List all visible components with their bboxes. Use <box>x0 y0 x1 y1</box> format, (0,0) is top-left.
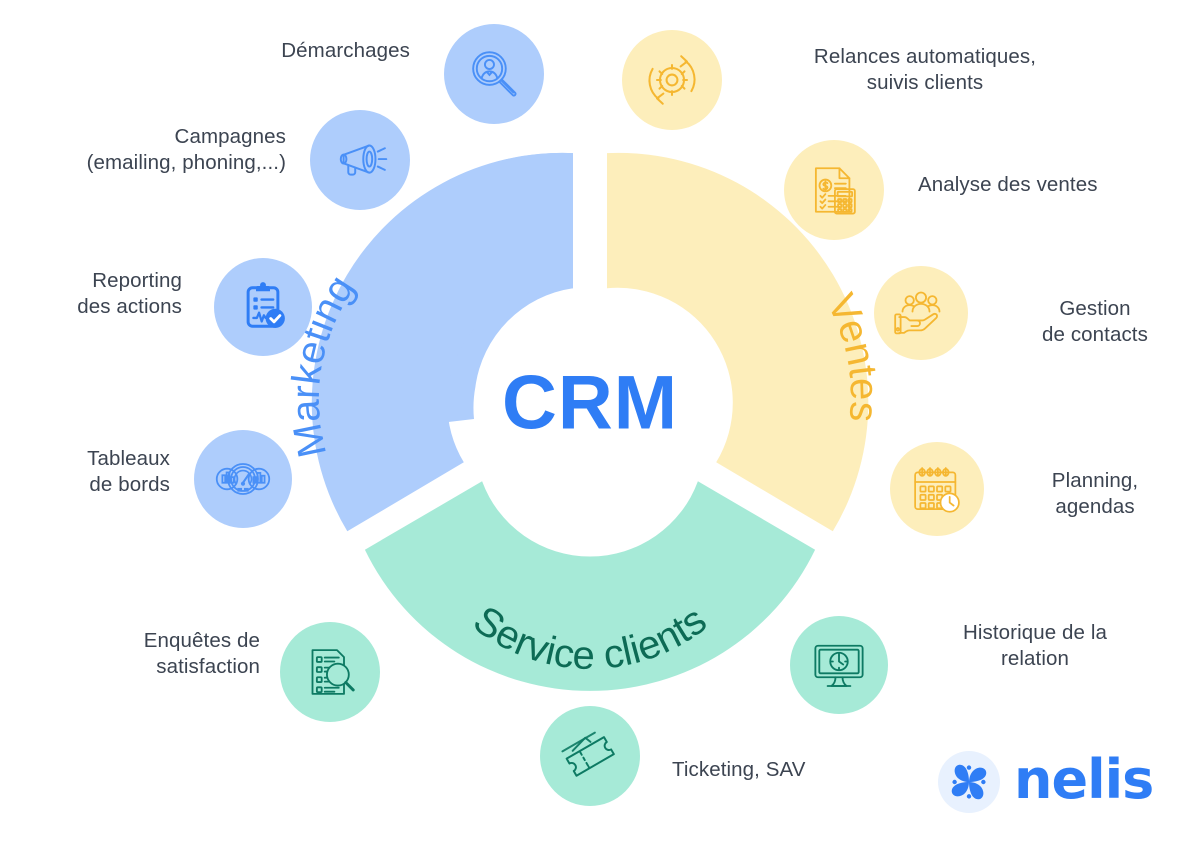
center-title: CRM <box>502 361 678 446</box>
label-enquetes: Enquêtes de satisfaction <box>143 629 260 679</box>
segment-marketing-shape <box>312 152 573 531</box>
bubble-analyse[interactable] <box>784 140 884 240</box>
bubble-demarchages[interactable] <box>444 24 544 124</box>
brand-logo[interactable]: nelis <box>938 742 1158 822</box>
bubble-relances[interactable] <box>622 30 722 130</box>
person-magnifier-icon <box>465 45 523 103</box>
brand-name: nelis <box>1014 748 1154 811</box>
segment-marketing <box>311 152 573 532</box>
infographic-canvas: Marketing Ventes Service clients CRM Dém… <box>0 0 1200 854</box>
label-gestion-contacts: Gestion de contacts <box>1042 297 1148 347</box>
label-campagnes: Campagnes (emailing, phoning,...) <box>86 125 286 175</box>
hand-people-icon <box>892 284 950 342</box>
bubble-historique[interactable] <box>790 616 888 714</box>
label-analyse: Analyse des ventes <box>918 173 1098 196</box>
tickets-icon <box>560 726 620 786</box>
bubble-campagnes[interactable] <box>310 110 410 210</box>
bubble-planning[interactable] <box>890 442 984 536</box>
monitor-clock-icon <box>811 637 867 693</box>
megaphone-icon <box>330 130 390 190</box>
segment-label-service-clients: Service clients <box>465 598 714 678</box>
bubble-enquetes[interactable] <box>280 622 380 722</box>
label-planning: Planning, agendas <box>1051 469 1139 519</box>
bubble-ticketing[interactable] <box>540 706 640 806</box>
gear-refresh-icon <box>641 49 703 111</box>
segment-service-clients <box>364 481 816 691</box>
clipboard-check-icon <box>235 279 291 335</box>
dashboard-gauge-icon <box>213 449 273 509</box>
label-demarchages: Démarchages <box>281 39 410 62</box>
label-reporting: Reporting des actions <box>77 269 182 319</box>
bubble-gestion-contacts[interactable] <box>874 266 968 360</box>
bubble-reporting[interactable] <box>214 258 312 356</box>
bubble-tableaux[interactable] <box>194 430 292 528</box>
label-relances: Relances automatiques, suivis clients <box>813 45 1037 95</box>
label-ticketing: Ticketing, SAV <box>672 758 806 781</box>
nelis-butterfly-icon <box>938 751 1000 813</box>
calendar-clock-icon <box>909 461 965 517</box>
survey-magnifier-icon <box>302 644 358 700</box>
label-historique: Historique de la relation <box>962 621 1108 671</box>
label-tableaux: Tableaux de bords <box>87 447 170 497</box>
invoice-calculator-icon <box>805 161 863 219</box>
